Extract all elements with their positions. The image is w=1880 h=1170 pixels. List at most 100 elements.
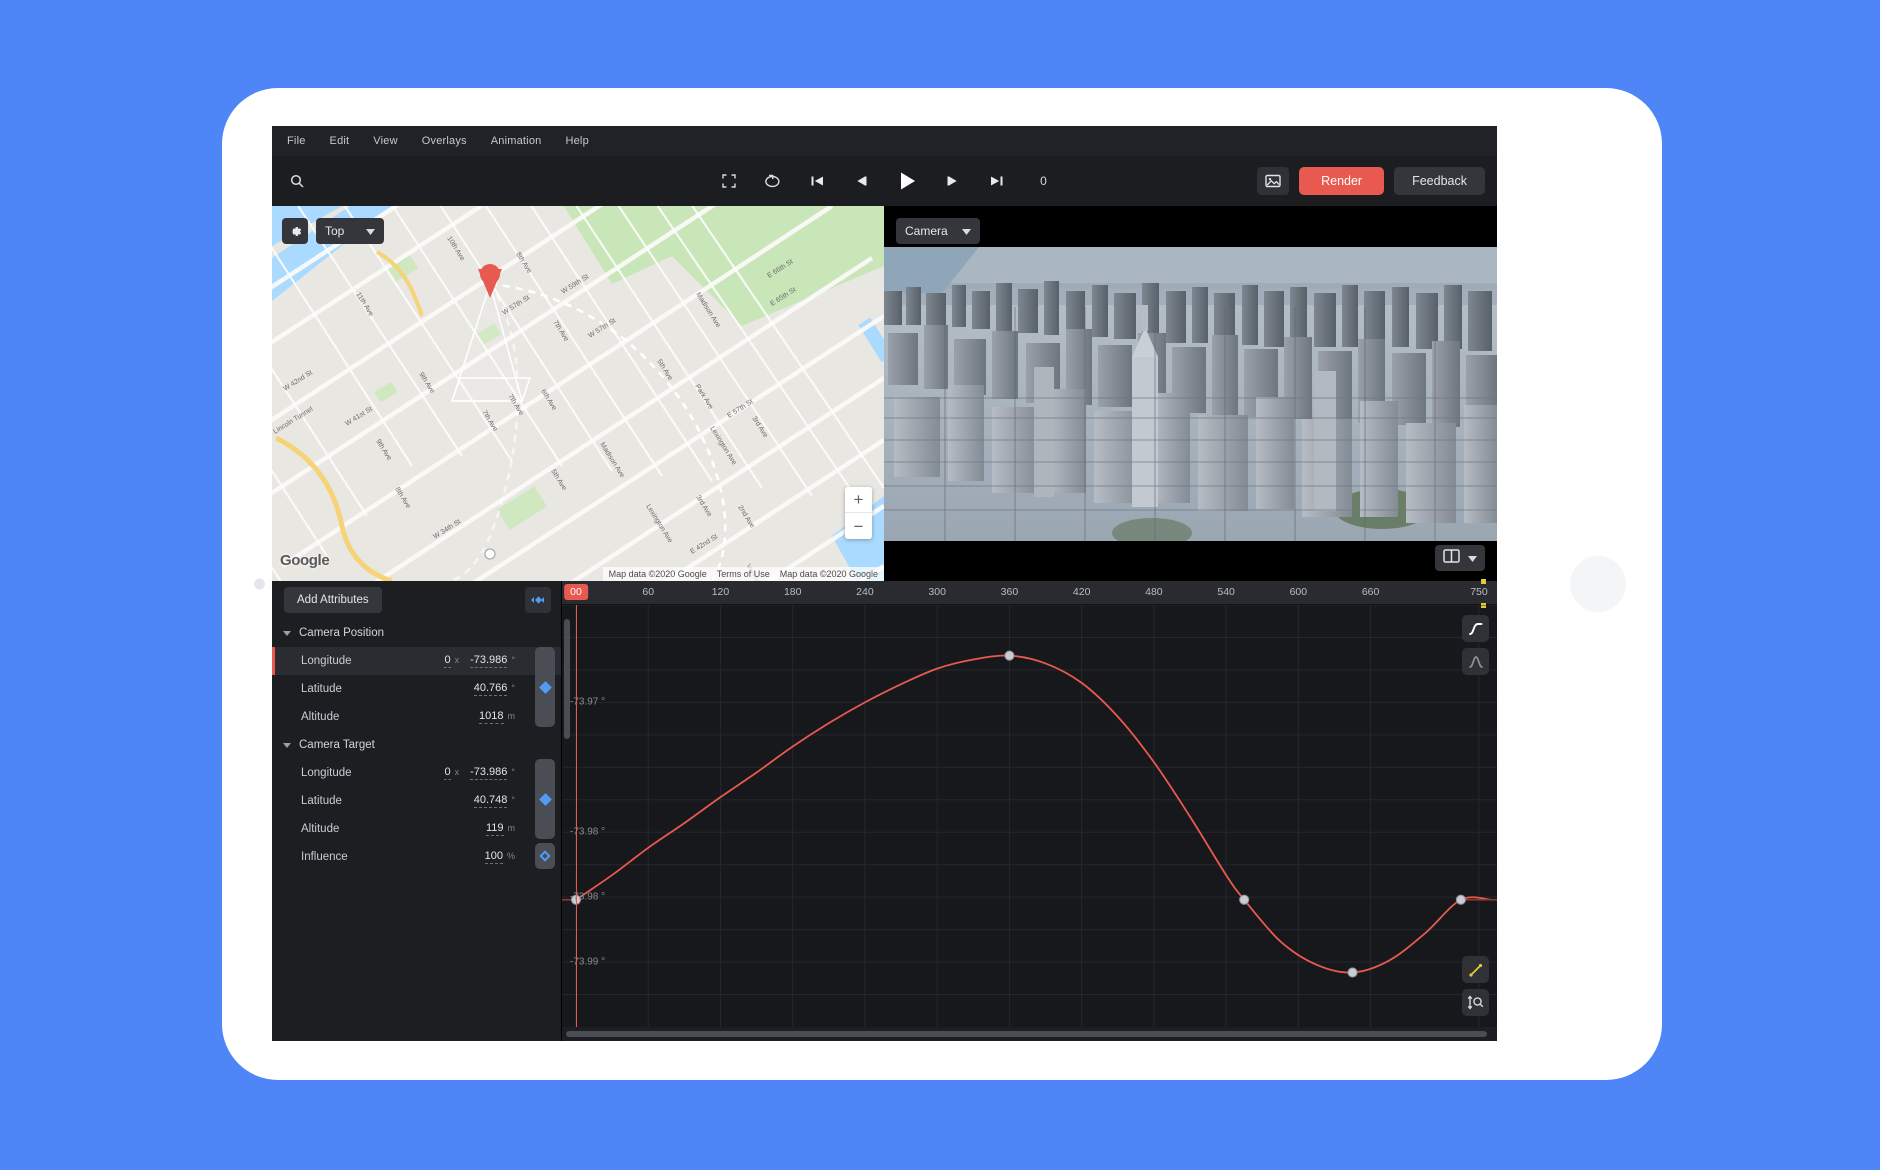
- zoom-out-button[interactable]: −: [845, 513, 872, 539]
- attribute-row[interactable]: Longitude 0 x -73.986 °: [272, 759, 561, 787]
- menu-bar: File Edit View Overlays Animation Help: [272, 126, 1497, 156]
- skip-end-icon[interactable]: [986, 170, 1008, 192]
- attribute-row[interactable]: Latitude 40.748 °: [272, 787, 561, 815]
- keyframe-handle[interactable]: [1455, 894, 1467, 905]
- tangent-handle-icon[interactable]: [1462, 956, 1489, 983]
- ruler-tick-label: 750: [1470, 586, 1488, 598]
- image-icon[interactable]: [1257, 167, 1290, 195]
- attribute-value[interactable]: -73.986: [470, 766, 508, 780]
- attribute-values: 100%: [484, 850, 515, 864]
- ease-curve-icon[interactable]: [1462, 615, 1489, 642]
- map-viewport[interactable]: W 57th St W 57th St E 66th St E 65th St W 59…: [272, 206, 884, 581]
- layout-toggle-button[interactable]: [1435, 545, 1485, 571]
- ruler-tick-label: 480: [1145, 586, 1163, 598]
- keyframe-all-icon[interactable]: [525, 587, 551, 613]
- attribute-value[interactable]: 40.748: [473, 794, 508, 808]
- attribute-group-header[interactable]: Camera Position: [272, 619, 561, 647]
- menu-item-help[interactable]: Help: [565, 135, 588, 147]
- range-end-marker[interactable]: [1480, 579, 1486, 584]
- keyframe-diamond-outline-icon[interactable]: [539, 850, 551, 862]
- map-street-label: Park Ave: [693, 383, 714, 410]
- keyframe-diamond-icon[interactable]: [538, 680, 552, 694]
- attribute-row[interactable]: Latitude 40.766 °: [272, 675, 561, 703]
- attribute-value[interactable]: 119: [485, 822, 504, 836]
- ruler-tick-label: 180: [783, 586, 802, 598]
- frame-counter[interactable]: 0: [1036, 174, 1052, 188]
- horizontal-scrollbar-thumb[interactable]: [566, 1031, 1487, 1037]
- attribute-value[interactable]: 100: [484, 850, 503, 864]
- vertical-scrollbar[interactable]: [564, 619, 570, 739]
- menu-item-animation[interactable]: Animation: [491, 135, 542, 147]
- step-back-icon[interactable]: [850, 170, 872, 192]
- horizontal-scrollbar[interactable]: [562, 1027, 1497, 1041]
- chevron-down-icon: [961, 224, 971, 238]
- attribute-x-value[interactable]: 0: [444, 766, 451, 780]
- curve-editor[interactable]: 60 120 180 240 300 360 420 480 540 600 660 750 00 -7…: [562, 579, 1497, 1041]
- attribute-label: Latitude: [301, 795, 342, 807]
- map-street-label: 8th Ave: [514, 251, 532, 274]
- map-street-label: 2nd Ave: [736, 504, 755, 529]
- terms-of-use-link[interactable]: Terms of Use: [717, 569, 770, 579]
- keyframe-handle[interactable]: [1347, 967, 1358, 978]
- zoom-in-button[interactable]: +: [845, 487, 872, 513]
- step-forward-icon[interactable]: [942, 170, 964, 192]
- home-button[interactable]: [1570, 556, 1626, 612]
- menu-item-file[interactable]: File: [287, 135, 306, 147]
- feedback-button[interactable]: Feedback: [1394, 167, 1485, 195]
- map-view-value: Top: [325, 224, 345, 238]
- attribute-value[interactable]: -73.986: [470, 654, 508, 668]
- attribute-row[interactable]: Longitude 0 x -73.986 °: [272, 647, 561, 675]
- caret-down-icon: [283, 742, 291, 748]
- map-street-label: W 59th St: [560, 273, 590, 295]
- fullscreen-icon[interactable]: [718, 170, 740, 192]
- attribute-value[interactable]: 40.766: [473, 682, 508, 696]
- attribute-x-value[interactable]: 0: [444, 654, 451, 668]
- keyframe-handle[interactable]: [1239, 894, 1250, 905]
- gear-icon[interactable]: [282, 218, 308, 244]
- render-viewport[interactable]: Camera: [884, 206, 1497, 581]
- peak-curve-icon[interactable]: [1462, 648, 1489, 675]
- curve-path[interactable]: [575, 654, 1492, 974]
- loop-icon[interactable]: [762, 170, 784, 192]
- ruler-tick-label: 360: [1000, 586, 1019, 598]
- keyframe-diamond-icon[interactable]: [538, 792, 552, 806]
- main-toolbar: 0 Render Feedback: [272, 156, 1497, 206]
- map-street-label: Madison Ave: [598, 441, 625, 479]
- map-street-label: 5th Ave: [655, 358, 673, 381]
- keyframe-rail[interactable]: [535, 647, 555, 727]
- map-street-label: 3rd Ave: [694, 494, 713, 518]
- curve-graph[interactable]: -73.97 ° -73.98 ° -73.98 ° -73.99 °: [562, 605, 1497, 1027]
- attribute-values: 40.766 °: [473, 682, 515, 696]
- keyframe-rail[interactable]: [535, 759, 555, 839]
- viewport-row: W 57th St W 57th St E 66th St E 65th St W 59…: [272, 206, 1497, 581]
- split-view-icon: [1443, 548, 1460, 568]
- vertical-fit-icon[interactable]: [1462, 989, 1489, 1016]
- attribute-group-header[interactable]: Camera Target: [272, 731, 561, 759]
- skip-start-icon[interactable]: [806, 170, 828, 192]
- menu-item-overlays[interactable]: Overlays: [422, 135, 467, 147]
- add-attributes-button[interactable]: Add Attributes: [284, 587, 382, 613]
- keyframe-rail[interactable]: [535, 843, 555, 869]
- ruler-tick-label: 300: [928, 586, 946, 598]
- keyframe-handle[interactable]: [1004, 650, 1015, 661]
- ruler-tick-label: 660: [1361, 586, 1380, 598]
- render-button[interactable]: Render: [1299, 167, 1385, 195]
- chevron-down-icon: [366, 224, 376, 238]
- attribute-values: 1018 m: [479, 710, 515, 724]
- attribute-row[interactable]: Altitude 1018 m: [272, 703, 561, 731]
- attribute-row[interactable]: Altitude 119 m: [272, 815, 561, 843]
- play-icon[interactable]: [894, 168, 920, 194]
- search-icon[interactable]: [284, 168, 310, 194]
- map-view-select[interactable]: Top: [316, 218, 385, 244]
- ruler-tick-label: 120: [711, 586, 730, 598]
- timeline-ruler[interactable]: 60 120 180 240 300 360 420 480 540 600 660 750 00: [562, 579, 1497, 608]
- attribute-row[interactable]: Influence 100%: [272, 843, 561, 871]
- ruler-tick-label: 240: [856, 586, 874, 598]
- playhead-badge[interactable]: 00: [564, 584, 588, 600]
- menu-item-view[interactable]: View: [373, 135, 397, 147]
- playhead-line[interactable]: [576, 605, 577, 1027]
- menu-item-edit[interactable]: Edit: [330, 135, 350, 147]
- camera-select[interactable]: Camera: [896, 218, 980, 244]
- attribute-value[interactable]: 1018: [479, 710, 504, 724]
- attribute-x-unit: x: [454, 767, 460, 777]
